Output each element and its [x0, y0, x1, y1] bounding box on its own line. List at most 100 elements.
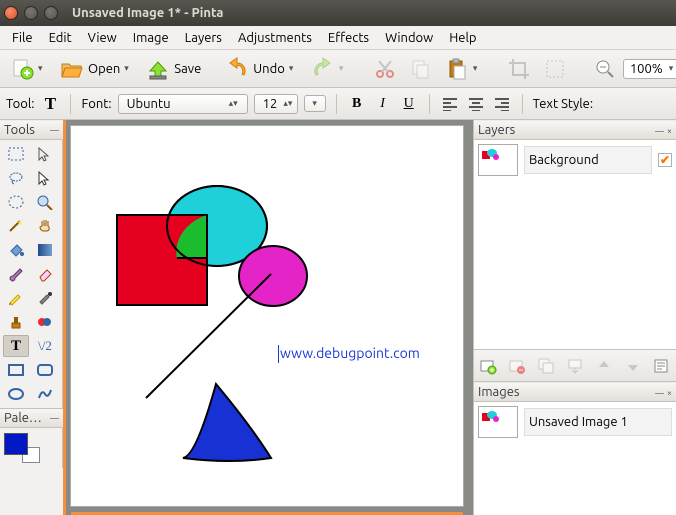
tools-panel-header: Tools — [0, 120, 63, 140]
tool-freeform[interactable] [32, 383, 58, 405]
copy-button[interactable] [405, 54, 437, 84]
canvas-area: www.debugpoint.com [63, 120, 473, 515]
window-close-button[interactable] [4, 6, 18, 20]
left-ruler [63, 120, 66, 515]
tool-pan[interactable] [32, 215, 58, 237]
menu-image[interactable]: Image [125, 28, 177, 48]
redo-button[interactable]: ▾ [307, 54, 353, 84]
align-center-button[interactable] [466, 94, 486, 114]
tool-zoom[interactable] [32, 191, 58, 213]
layer-properties-icon[interactable] [652, 357, 670, 375]
tool-bucket[interactable] [3, 239, 29, 261]
cut-button[interactable] [369, 54, 401, 84]
underline-button[interactable]: U [399, 94, 419, 114]
layers-panel-header: Layers — × [474, 120, 676, 140]
merge-layer-icon[interactable] [566, 357, 584, 375]
tool-rect-select[interactable] [3, 143, 29, 165]
font-size-field[interactable]: 12 ▴▾ [254, 94, 298, 114]
tool-recolor[interactable] [32, 311, 58, 333]
tool-clone-stamp[interactable] [3, 311, 29, 333]
save-icon [146, 57, 170, 81]
tool-magic-wand[interactable] [3, 215, 29, 237]
canvas[interactable]: www.debugpoint.com [71, 126, 463, 506]
chevron-down-icon: ▾ [124, 63, 134, 74]
tool-shapes[interactable]: \/2 [32, 335, 58, 357]
copy-icon [409, 57, 433, 81]
font-label: Font: [81, 97, 111, 111]
image-thumbnail [478, 406, 518, 438]
panel-minimize-icon[interactable]: — [655, 388, 664, 398]
tool-ellipse[interactable] [3, 383, 29, 405]
layers-toolbar [474, 350, 676, 382]
window-minimize-button[interactable] [24, 6, 38, 20]
font-family-value: Ubuntu [127, 97, 171, 111]
layers-panel-title: Layers [478, 123, 515, 137]
align-right-button[interactable] [492, 94, 512, 114]
font-family-combo[interactable]: Ubuntu ▴▾ [118, 94, 248, 114]
zoom-combo[interactable]: 100%▾ [623, 59, 676, 79]
folder-open-icon [60, 57, 84, 81]
chevron-down-icon: ▾ [669, 63, 676, 74]
italic-button[interactable]: I [373, 94, 393, 114]
save-label: Save [174, 62, 201, 76]
canvas-text[interactable]: www.debugpoint.com [280, 345, 420, 361]
fg-color-swatch[interactable] [4, 433, 28, 455]
align-left-button[interactable] [440, 94, 460, 114]
image-row[interactable]: Unsaved Image 1 [474, 402, 676, 442]
panel-minimize-icon[interactable]: — [50, 125, 59, 135]
tool-move-selection[interactable] [32, 143, 58, 165]
menu-edit[interactable]: Edit [41, 28, 80, 48]
tool-brush[interactable] [3, 263, 29, 285]
tool-pencil[interactable] [3, 287, 29, 309]
panel-close-icon[interactable]: × [667, 388, 672, 398]
images-panel-header: Images — × [474, 382, 676, 402]
tool-ellipse-select[interactable] [3, 191, 29, 213]
bold-button[interactable]: B [347, 94, 367, 114]
menu-layers[interactable]: Layers [177, 28, 230, 48]
panel-close-icon[interactable]: × [667, 126, 672, 136]
tool-move-pixels[interactable] [32, 167, 58, 189]
chevron-down-icon: ▾ [473, 63, 483, 74]
new-button[interactable]: ▾ [6, 54, 52, 84]
menu-file[interactable]: File [4, 28, 41, 48]
tool-lasso[interactable] [3, 167, 29, 189]
tool-color-picker[interactable] [32, 287, 58, 309]
menu-view[interactable]: View [80, 28, 125, 48]
images-panel-title: Images [478, 385, 520, 399]
color-swatches[interactable] [4, 433, 40, 463]
duplicate-layer-icon[interactable] [537, 357, 555, 375]
menu-effects[interactable]: Effects [320, 28, 377, 48]
move-layer-down-icon[interactable] [624, 357, 642, 375]
menu-window[interactable]: Window [377, 28, 441, 48]
window-maximize-button[interactable] [44, 6, 58, 20]
delete-layer-icon[interactable] [508, 357, 526, 375]
panel-minimize-icon[interactable]: — [50, 413, 59, 423]
save-button[interactable]: Save [142, 54, 205, 84]
tool-eraser[interactable] [32, 263, 58, 285]
chevron-updown-icon: ▴▾ [229, 98, 239, 109]
open-button[interactable]: Open ▾ [56, 54, 138, 84]
deselect-button[interactable] [539, 54, 571, 84]
font-size-dropdown[interactable]: ▾ [304, 95, 326, 112]
menu-adjustments[interactable]: Adjustments [230, 28, 320, 48]
paste-button[interactable]: ▾ [441, 54, 487, 84]
chevron-down-icon: ▾ [289, 63, 299, 74]
images-list: Unsaved Image 1 [474, 402, 676, 515]
zoom-out-button[interactable] [591, 56, 619, 82]
move-layer-up-icon[interactable] [595, 357, 613, 375]
layer-name: Background [524, 146, 652, 174]
undo-button[interactable]: Undo ▾ [221, 54, 303, 84]
layer-visible-checkbox[interactable]: ✔ [658, 153, 672, 167]
tool-rectangle[interactable] [3, 359, 29, 381]
tool-gradient[interactable] [32, 239, 58, 261]
tool-text[interactable]: T [3, 335, 29, 357]
open-label: Open [88, 62, 120, 76]
add-layer-icon[interactable] [479, 357, 497, 375]
image-name: Unsaved Image 1 [524, 408, 672, 436]
crop-button[interactable] [503, 54, 535, 84]
panel-minimize-icon[interactable]: — [655, 126, 664, 136]
tool-rounded-rect[interactable] [32, 359, 58, 381]
layer-row[interactable]: Background ✔ [474, 140, 676, 180]
palette-panel-title: Pale… [4, 411, 42, 425]
menu-help[interactable]: Help [441, 28, 484, 48]
